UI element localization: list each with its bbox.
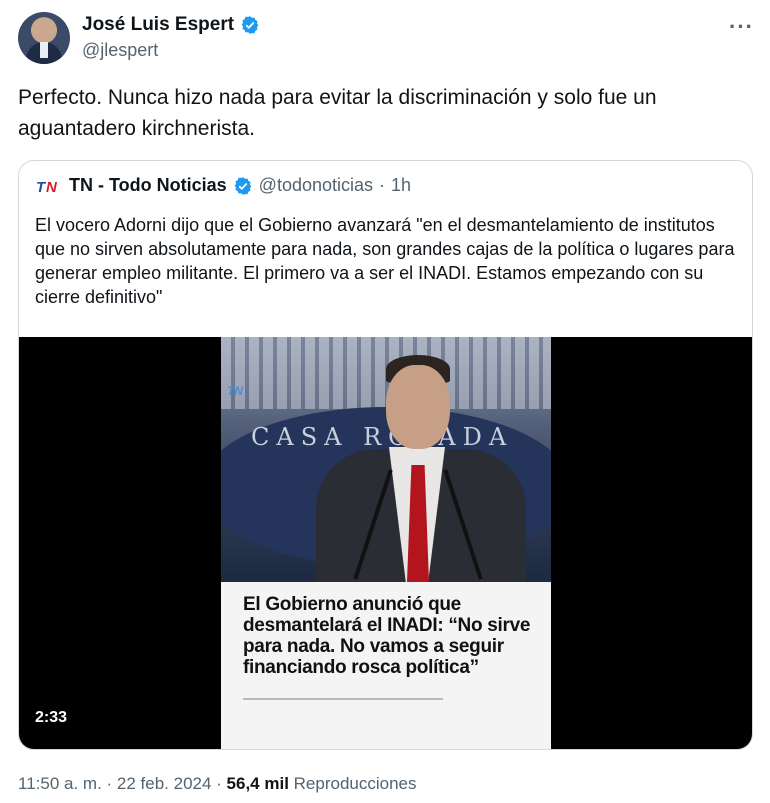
video-duration: 2:33 (35, 709, 68, 726)
video-scene: CASA ROSADA TN (221, 337, 551, 589)
svg-text:TN: TN (227, 384, 243, 397)
video-caption: El Gobierno anunció que desmantelará el … (243, 594, 531, 678)
caption-divider (243, 698, 443, 700)
quoted-tweet-time[interactable]: 1h (391, 175, 411, 196)
svg-text:N: N (46, 179, 58, 195)
footer-separator: · (211, 774, 227, 793)
tn-watermark-icon: TN (227, 384, 243, 397)
video-caption-box: El Gobierno anunció que desmantelará el … (221, 582, 551, 749)
views-label: Reproducciones (288, 774, 417, 793)
author-name-row[interactable]: José Luis Espert (82, 14, 260, 36)
verified-badge-icon (234, 176, 252, 195)
quoted-tweet-text: El vocero Adorni dijo que el Gobierno av… (35, 215, 735, 307)
backdrop-text: CASA ROSADA (251, 423, 514, 451)
video-thumbnail[interactable]: CASA ROSADA TN El Gobierno anunció que d… (221, 337, 551, 749)
more-options-icon[interactable]: ··· (729, 14, 754, 40)
views-count[interactable]: 56,4 mil (227, 774, 289, 793)
tweet-time[interactable]: 11:50 a. m. (18, 774, 102, 793)
quoted-author-handle[interactable]: @todonoticias (259, 175, 373, 196)
quoted-author-name[interactable]: TN - Todo Noticias (69, 175, 227, 196)
quoted-tweet-header: T N TN - Todo Noticias @todonoticias · 1… (35, 175, 411, 196)
author-avatar[interactable] (18, 12, 70, 64)
tweet-header: José Luis Espert @jlespert ··· (18, 12, 758, 68)
author-name[interactable]: José Luis Espert (82, 14, 234, 36)
tweet-footer: 11:50 a. m. · 22 feb. 2024 · 56,4 mil Re… (18, 774, 417, 794)
quoted-tweet[interactable]: T N TN - Todo Noticias @todonoticias · 1… (18, 160, 753, 750)
dot-separator: · (379, 175, 386, 195)
tweet-text: Perfecto. Nunca hizo nada para evitar la… (18, 86, 657, 140)
tn-logo-icon: T N (36, 179, 58, 195)
verified-badge-icon (241, 16, 259, 34)
video-player[interactable]: CASA ROSADA TN El Gobierno anunció que d… (19, 337, 752, 749)
author-handle[interactable]: @jlespert (82, 40, 158, 61)
tweet-date[interactable]: 22 feb. 2024 (117, 774, 212, 793)
footer-separator: · (101, 774, 117, 793)
